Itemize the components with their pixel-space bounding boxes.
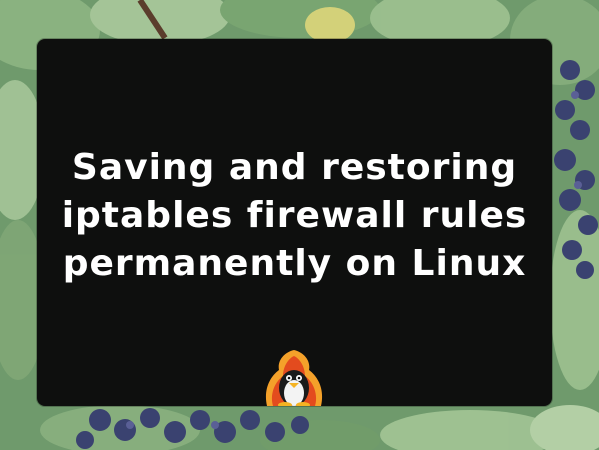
title-line-2: iptables firewall rules	[61, 195, 528, 236]
article-title: Saving and restoring iptables firewall r…	[37, 144, 552, 288]
title-line-3: permanently on Linux	[62, 243, 527, 284]
tux-penguin-flame-icon	[265, 350, 323, 406]
title-line-1: Saving and restoring	[71, 147, 518, 188]
title-card: Saving and restoring iptables firewall r…	[37, 39, 552, 406]
